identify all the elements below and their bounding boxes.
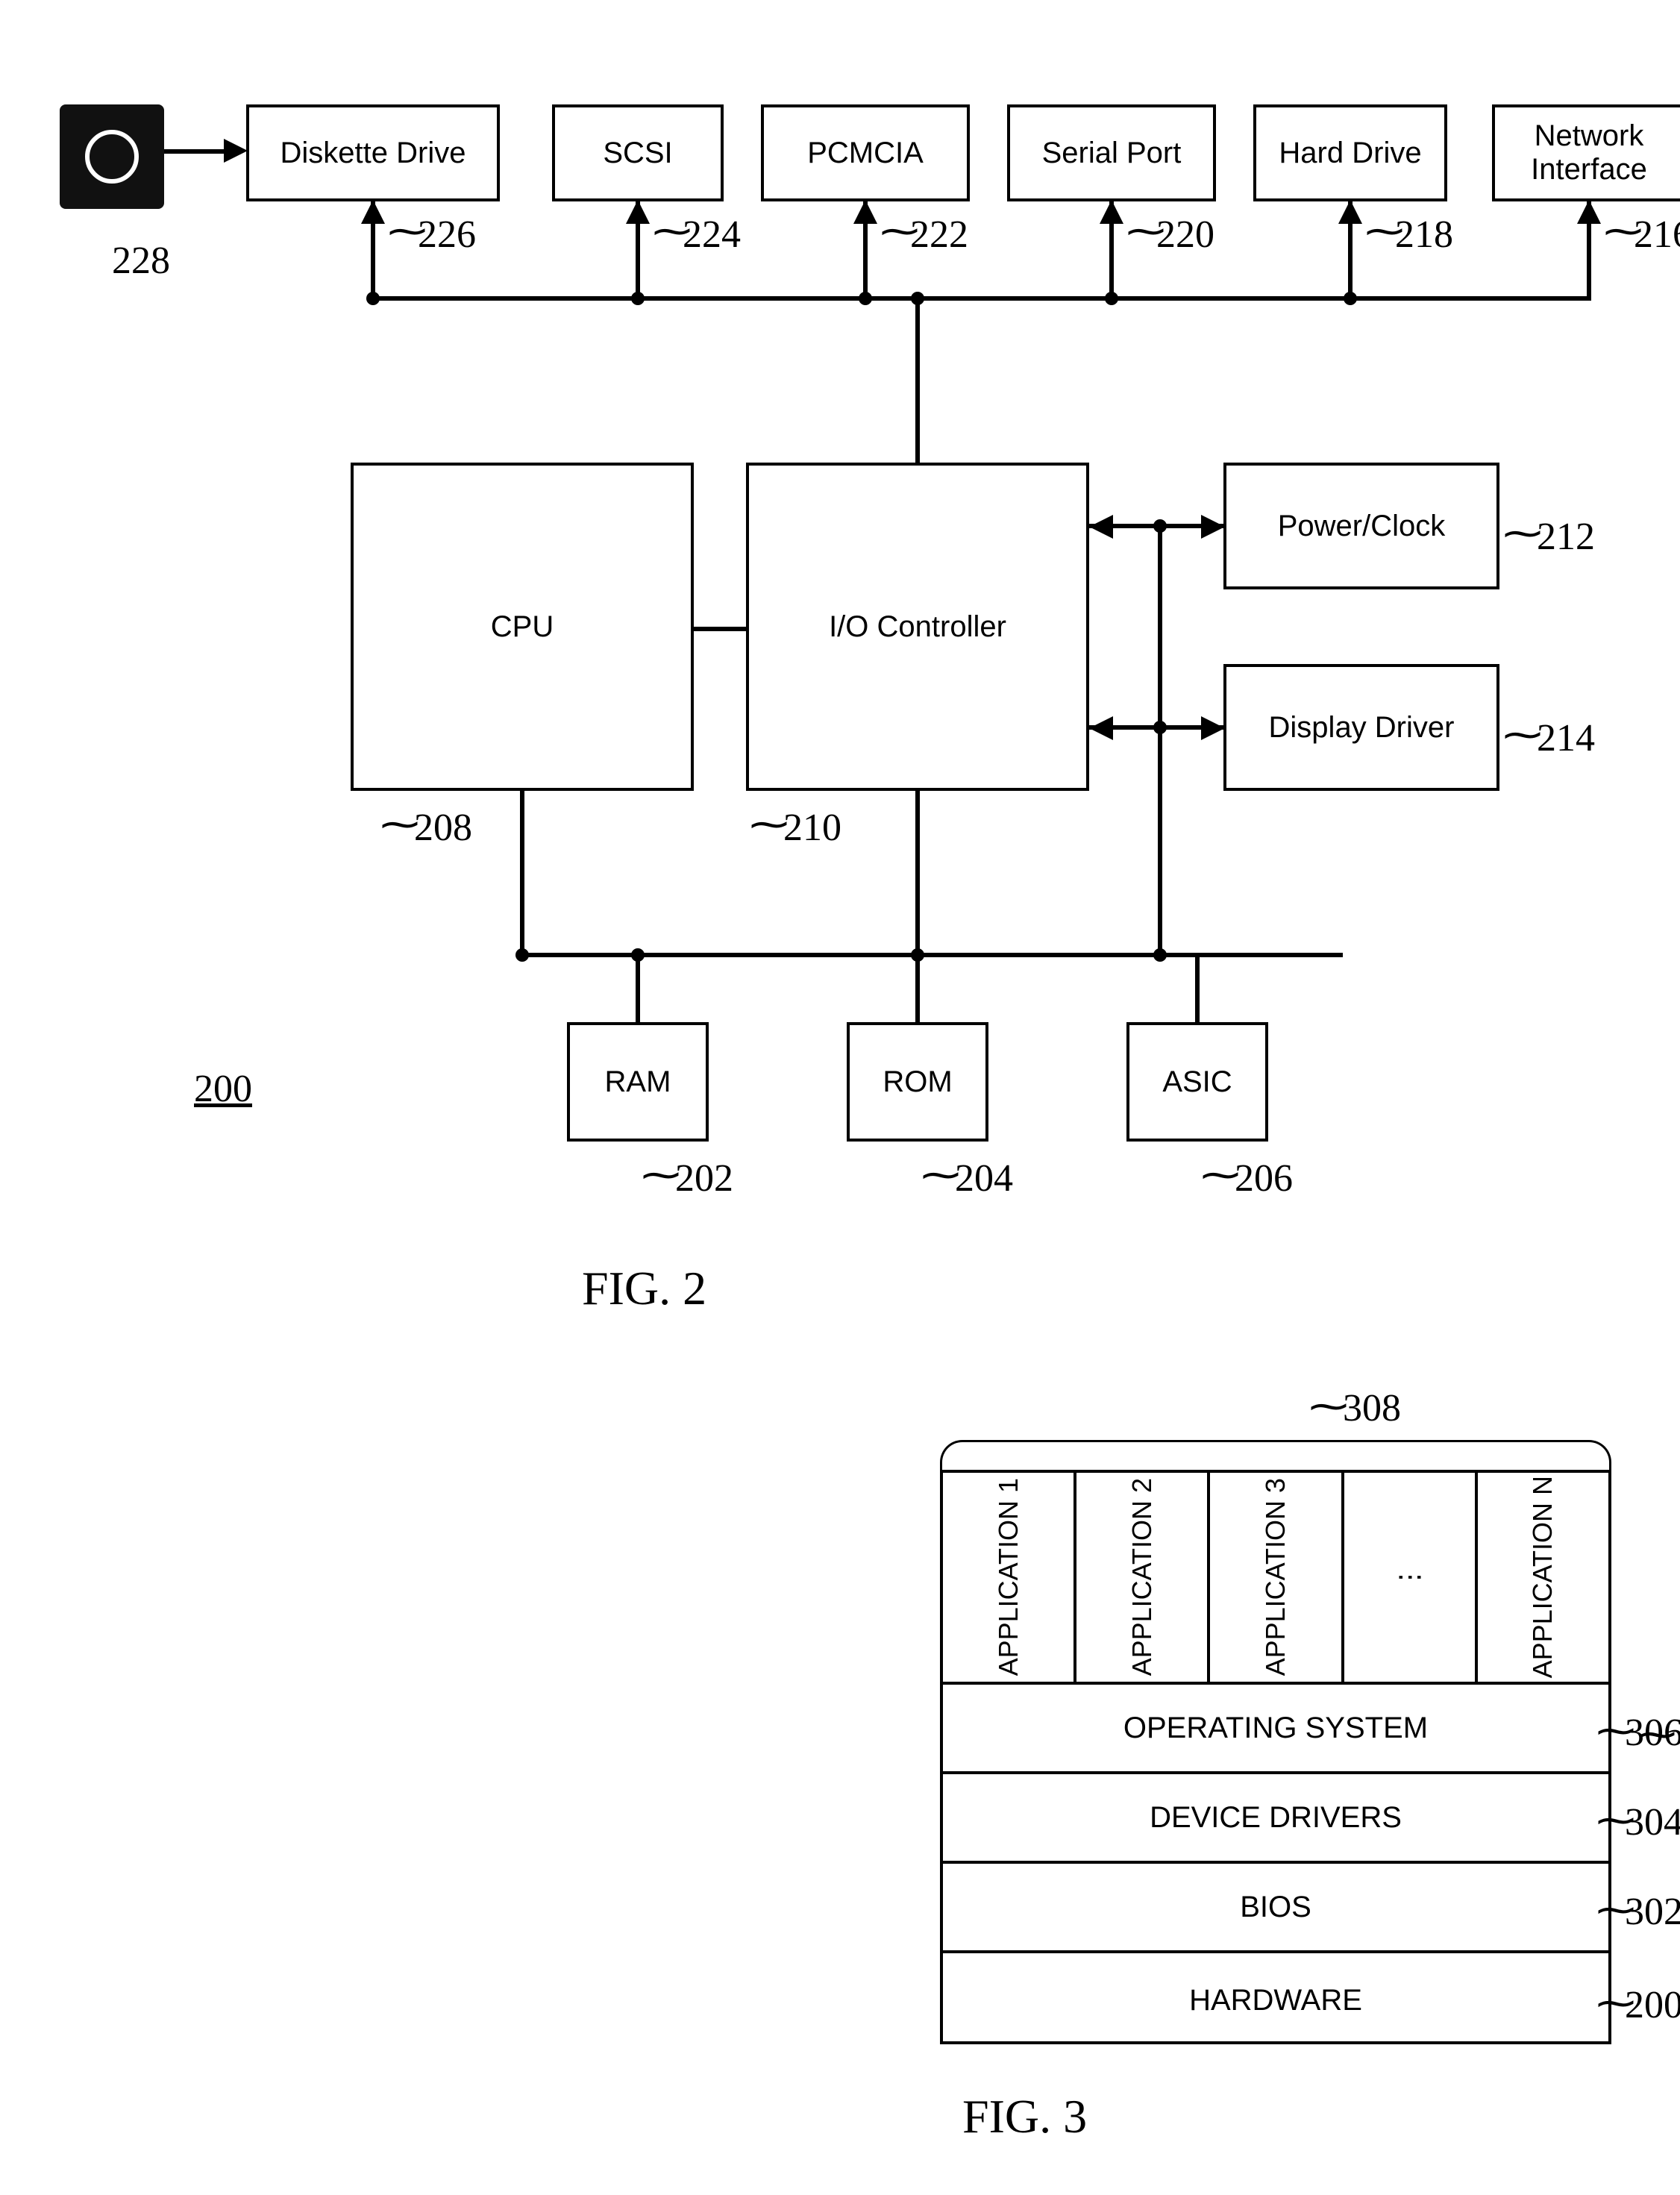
diskette-icon bbox=[60, 104, 164, 209]
hard-drive-label: Hard Drive bbox=[1279, 137, 1421, 170]
rom-box: ROM bbox=[847, 1022, 988, 1142]
ref-304-v: 304 bbox=[1625, 1800, 1680, 1844]
ref-200-v: 200 bbox=[1625, 1983, 1680, 2027]
app-n-label: APPLICATION N bbox=[1527, 1476, 1558, 1678]
ref-302-v: 302 bbox=[1625, 1890, 1680, 1934]
diskette-drive-label: Diskette Drive bbox=[280, 137, 466, 170]
ref-202: 202 bbox=[675, 1156, 733, 1200]
ref-308: 308 bbox=[1343, 1386, 1401, 1430]
scsi-label: SCSI bbox=[603, 137, 672, 170]
rom-label: ROM bbox=[883, 1065, 952, 1099]
ref-216: 216 bbox=[1634, 213, 1680, 257]
ram-label: RAM bbox=[605, 1065, 671, 1099]
ref-218: 218 bbox=[1395, 213, 1453, 257]
ref-210: 210 bbox=[783, 806, 841, 850]
ref-222: 222 bbox=[910, 213, 968, 257]
cpu-label: CPU bbox=[491, 610, 554, 644]
scsi-box: SCSI bbox=[552, 104, 724, 201]
display-driver-label: Display Driver bbox=[1269, 711, 1455, 745]
pcmcia-label: PCMCIA bbox=[807, 137, 924, 170]
ref-208: 208 bbox=[414, 806, 472, 850]
ref-228: 228 bbox=[112, 239, 170, 283]
network-interface-box: Network Interface bbox=[1492, 104, 1680, 201]
serial-port-label: Serial Port bbox=[1042, 137, 1182, 170]
io-bus-line bbox=[373, 296, 1591, 301]
app-ellipsis: ⋮ bbox=[1394, 1564, 1425, 1591]
ref-220: 220 bbox=[1156, 213, 1214, 257]
asic-box: ASIC bbox=[1126, 1022, 1268, 1142]
hardware-label: HARDWARE bbox=[1189, 1984, 1362, 2017]
fig2-label: FIG. 2 bbox=[582, 1261, 706, 1316]
ref-226: 226 bbox=[418, 213, 476, 257]
cpu-box: CPU bbox=[351, 463, 694, 791]
display-driver-box: Display Driver bbox=[1223, 664, 1499, 791]
serial-port-box: Serial Port bbox=[1007, 104, 1216, 201]
drivers-label: DEVICE DRIVERS bbox=[1150, 1801, 1402, 1835]
ref-224: 224 bbox=[683, 213, 741, 257]
ram-box: RAM bbox=[567, 1022, 709, 1142]
software-stack: APPLICATION 1 APPLICATION 2 APPLICATION … bbox=[940, 1470, 1611, 2044]
ref-214: 214 bbox=[1537, 716, 1595, 760]
ref-212: 212 bbox=[1537, 515, 1595, 559]
ref-206: 206 bbox=[1235, 1156, 1293, 1200]
io-controller-label: I/O Controller bbox=[829, 610, 1006, 644]
ref-200-fig2: 200 bbox=[194, 1067, 252, 1111]
ref-306-v: 306 bbox=[1625, 1711, 1680, 1755]
ref-204: 204 bbox=[955, 1156, 1013, 1200]
app-3-label: APPLICATION 3 bbox=[1260, 1478, 1291, 1676]
app-1-label: APPLICATION 1 bbox=[993, 1478, 1024, 1676]
hard-drive-box: Hard Drive bbox=[1253, 104, 1447, 201]
apps-brace bbox=[940, 1440, 1611, 1470]
io-controller-box: I/O Controller bbox=[746, 463, 1089, 791]
bios-label: BIOS bbox=[1240, 1891, 1311, 1924]
app-2-label: APPLICATION 2 bbox=[1126, 1478, 1158, 1676]
pcmcia-box: PCMCIA bbox=[761, 104, 970, 201]
asic-label: ASIC bbox=[1162, 1065, 1232, 1099]
power-clock-box: Power/Clock bbox=[1223, 463, 1499, 589]
diskette-drive-box: Diskette Drive bbox=[246, 104, 500, 201]
os-label: OPERATING SYSTEM bbox=[1123, 1712, 1428, 1745]
fig3-label: FIG. 3 bbox=[962, 2089, 1087, 2144]
power-clock-label: Power/Clock bbox=[1278, 510, 1446, 543]
network-interface-label: Network Interface bbox=[1495, 119, 1680, 187]
